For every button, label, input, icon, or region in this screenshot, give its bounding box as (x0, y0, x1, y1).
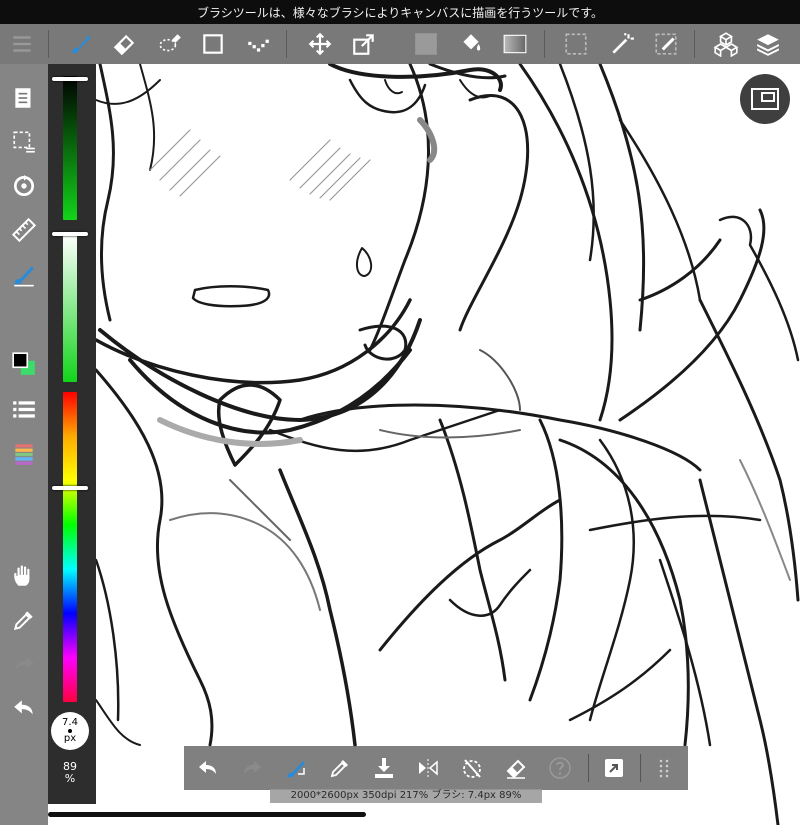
navigator-icon (751, 88, 779, 110)
tool-tip-text: ブラシツールは、様々なブラシによりキャンバスに描画を行うツールです。 (196, 5, 604, 20)
lightness-slider-knob[interactable] (52, 76, 88, 81)
tool-tip-bar: ブラシツールは、様々なブラシによりキャンバスに描画を行うツールです。 (0, 0, 800, 24)
eraser-toggle-icon[interactable] (500, 752, 532, 784)
lasso-eraser-icon[interactable] (154, 28, 186, 60)
gradient-tool-icon[interactable] (499, 28, 531, 60)
bottombar-divider (588, 754, 589, 782)
brush-tool-icon[interactable] (64, 28, 96, 60)
material-icon[interactable] (710, 28, 742, 60)
brush-settings-icon[interactable] (6, 256, 42, 292)
lightness-slider[interactable] (63, 76, 77, 220)
toolbar-divider (544, 30, 545, 58)
redo-icon[interactable] (6, 646, 42, 682)
dot-tool-icon[interactable] (242, 28, 274, 60)
select-pen-icon[interactable] (650, 28, 682, 60)
bottombar-divider (640, 754, 641, 782)
transform-tool-icon[interactable] (348, 28, 380, 60)
rotate-icon[interactable] (6, 168, 42, 204)
color-panel: 7.4 px 89 % (48, 64, 96, 804)
bottom-action-bar (184, 746, 688, 790)
help-icon[interactable] (544, 752, 576, 784)
toolbar-divider (694, 30, 695, 58)
brush-size-unit: px (63, 733, 77, 744)
ruler-icon[interactable] (6, 212, 42, 248)
drawing-canvas[interactable] (0, 0, 800, 825)
brush-size-button[interactable]: 7.4 px (51, 712, 89, 750)
eyedropper-icon[interactable] (324, 752, 356, 784)
saturation-slider-knob[interactable] (52, 232, 88, 236)
grid-menu-icon[interactable] (648, 752, 680, 784)
brush-opacity-unit: % (64, 772, 76, 785)
hue-slider[interactable] (63, 392, 77, 702)
bucket-tool-icon[interactable] (455, 28, 487, 60)
eraser-tool-icon[interactable] (108, 28, 140, 60)
undo-icon[interactable] (6, 690, 42, 726)
canvas-status-bar: 2000*2600px 350dpi 217% ブラシ: 7.4px 89% (270, 789, 542, 803)
toolbar-divider (48, 30, 49, 58)
save-icon[interactable] (368, 752, 400, 784)
hand-icon[interactable] (6, 558, 42, 594)
rotate-reset-icon[interactable] (456, 752, 488, 784)
brush-opacity-button[interactable]: 89 % (51, 761, 89, 785)
saturation-slider[interactable] (63, 234, 77, 382)
left-sidebar (0, 64, 48, 825)
palette-icon[interactable] (6, 436, 42, 472)
fill-color-icon[interactable] (410, 28, 442, 60)
select-layer-icon[interactable] (6, 124, 42, 160)
undo-icon[interactable] (192, 752, 224, 784)
shape-tool-icon[interactable] (197, 28, 229, 60)
move-tool-icon[interactable] (304, 28, 336, 60)
eyedropper-icon[interactable] (6, 602, 42, 638)
canvas-status-text: 2000*2600px 350dpi 217% ブラシ: 7.4px 89% (290, 790, 522, 801)
sketch-artwork (94, 62, 800, 825)
hue-slider-knob[interactable] (52, 486, 88, 491)
layer-list-icon[interactable] (6, 392, 42, 428)
menu-icon[interactable] (6, 28, 38, 60)
flip-icon[interactable] (412, 752, 444, 784)
layers-icon[interactable] (752, 28, 784, 60)
select-tool-icon[interactable] (560, 28, 592, 60)
home-indicator (48, 812, 366, 817)
share-icon[interactable] (598, 752, 630, 784)
redo-icon[interactable] (236, 752, 268, 784)
toolbar-divider (286, 30, 287, 58)
magic-wand-icon[interactable] (606, 28, 638, 60)
color-swatch-icon[interactable] (6, 346, 42, 382)
pages-icon[interactable] (6, 80, 42, 116)
transform-brush-icon[interactable] (280, 752, 312, 784)
navigator-button[interactable] (740, 74, 790, 124)
brush-size-value: 7.4 (62, 717, 78, 728)
top-toolbar (0, 24, 800, 64)
